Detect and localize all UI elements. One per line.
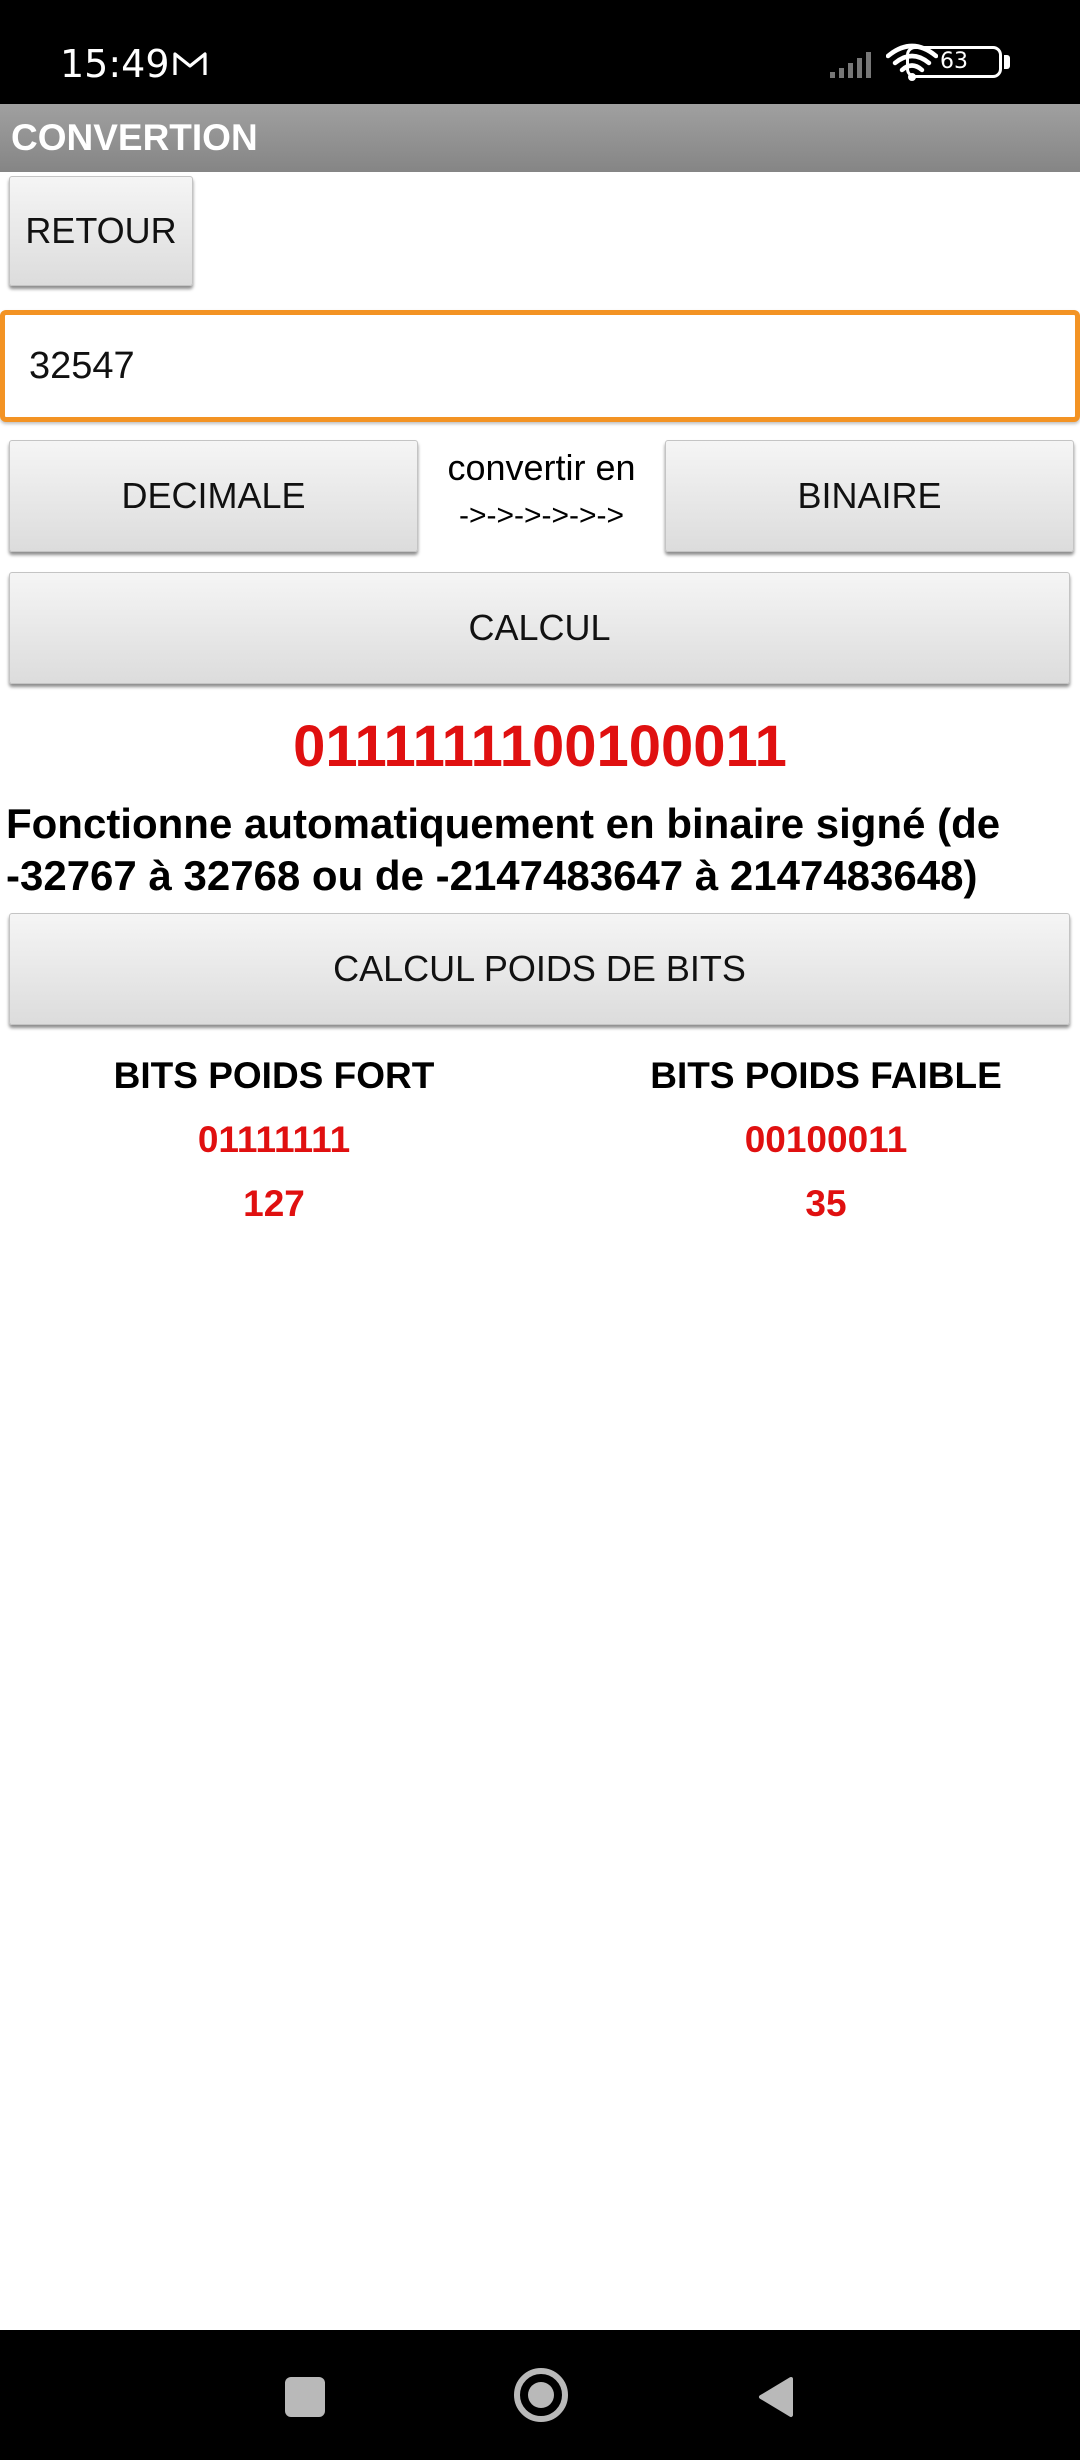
status-time: 15:49 [60,42,170,86]
back-icon[interactable] [755,2375,795,2419]
binaire-button[interactable]: BINAIRE [665,440,1074,552]
strong-bits-title: BITS POIDS FORT [113,1055,435,1096]
number-input[interactable] [0,310,1080,422]
calcul-poids-button[interactable]: CALCUL POIDS DE BITS [9,913,1070,1025]
signal-icon [828,46,878,80]
app-title-bar: CONVERTION [0,104,1080,172]
battery-tip [1004,55,1010,69]
signed-binary-info: Fonctionne automatiquement en binaire si… [6,800,1001,899]
battery-icon: 63 [906,46,1022,82]
binary-result: 0111111100100011 [293,714,787,779]
home-icon[interactable] [513,2367,569,2423]
convert-label: convertir en [447,447,636,488]
gmail-icon [172,46,208,82]
retour-button[interactable]: RETOUR [9,176,193,286]
calcul-button[interactable]: CALCUL [9,572,1070,684]
status-bar: 15:49 63 [0,0,1080,104]
battery-level: 63 [940,49,968,74]
app-title: CONVERTION [11,117,258,158]
weak-bits-decimal: 35 [805,1183,847,1224]
recents-icon[interactable] [285,2377,325,2417]
weak-bits-binary: 00100011 [744,1119,908,1160]
convert-arrows: ->->->->->-> [458,499,625,532]
decimale-button[interactable]: DECIMALE [9,440,418,552]
navigation-bar [0,2330,1080,2460]
strong-bits-binary: 01111111 [197,1119,351,1160]
strong-bits-decimal: 127 [243,1183,305,1224]
weak-bits-title: BITS POIDS FAIBLE [650,1055,1002,1096]
